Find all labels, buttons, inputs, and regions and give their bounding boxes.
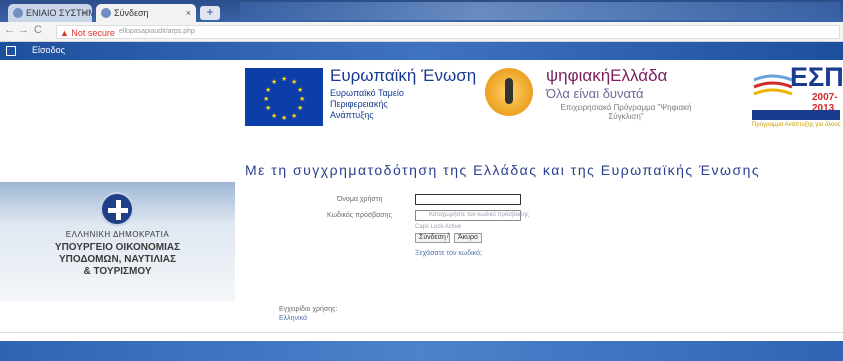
menu-item-login[interactable]: Είσοδος [32, 45, 65, 55]
user-manual-label: Εγχειρίδιο χρήσης: [279, 306, 338, 313]
url-field[interactable]: ▲ Not secure ellopasapiaudit/arps.php [56, 25, 840, 39]
forward-icon[interactable]: → [18, 24, 29, 36]
cofunding-text: Με τη συγχρηματοδότηση της Ελλάδας και τ… [245, 162, 761, 178]
hellenic-republic-text: ΕΛΛΗΝΙΚΗ ΔΗΜΟΚΡΑΤΙΑ [65, 230, 170, 239]
tab-login[interactable]: Σύνδεση × [96, 4, 196, 22]
browser-tab-strip: ΕΝΙΑΙΟ ΣΥΣΤΗΜΑ ΠΛΗ × Σύνδεση × + [0, 0, 843, 22]
close-icon[interactable]: × [186, 4, 191, 22]
url-text: ellopasapiaudit/arps.php [119, 28, 195, 35]
forgot-password-link[interactable]: Ξεχάσατε τον κωδικό; [415, 250, 482, 257]
separator [0, 332, 843, 341]
user-manual-link[interactable]: Ελληνικά [279, 315, 307, 322]
tab-label: Σύνδεση [114, 8, 149, 18]
ministry-panel: ΕΛΛΗΝΙΚΗ ΔΗΜΟΚΡΑΤΙΑ ΥΠΟΥΡΓΕΙΟ ΟΙΚΟΝΟΜΙΑΣ… [0, 182, 235, 302]
username-field[interactable] [415, 194, 521, 205]
espa-bar [752, 110, 840, 120]
digital-greece-title: ψηφιακήΕλλάδα [546, 66, 668, 85]
digital-greece-slogan: Όλα είναι δυνατά [546, 86, 644, 101]
close-icon[interactable]: × [82, 4, 87, 22]
footer-bar [0, 341, 843, 361]
username-label: Όνομα χρήστη [337, 196, 383, 203]
digital-greece-logo-icon [485, 68, 533, 116]
greek-emblem-icon [100, 192, 134, 226]
eu-flag-icon: ★ ★ ★ ★ ★ ★ ★ ★ ★ ★ ★ ★ [245, 68, 323, 126]
back-icon[interactable]: ← [4, 24, 15, 36]
password-label: Κωδικός πρόσβασης [327, 212, 392, 219]
eu-fund-text: Ευρωπαϊκό Ταμείο Περιφερειακής Ανάπτυξης [330, 88, 404, 120]
favicon-icon [101, 8, 111, 18]
password-hint: Καταχωρήστε τον κωδικό πρόσβασης [429, 212, 529, 218]
espa-footer-text: Πρόγραμμα Ανάπτυξης για όλους [752, 122, 841, 128]
login-area: Όνομα χρήστη Κωδικός πρόσβασης Καταχωρήσ… [235, 182, 843, 332]
address-bar: ← → C ▲ Not secure ellopasapiaudit/arps.… [0, 22, 843, 42]
digital-greece-program: Επιχειρησιακό Πρόγραμμα "Ψηφιακή Σύγκλισ… [560, 103, 692, 121]
caps-lock-hint: Caps Lock Active [415, 224, 462, 230]
reload-icon[interactable]: C [34, 24, 42, 36]
ministry-name: ΥΠΟΥΡΓΕΙΟ ΟΙΚΟΝΟΜΙΑΣ ΥΠΟΔΟΜΩΝ, ΝΑΥΤΙΛΙΑΣ… [54, 242, 181, 277]
home-icon[interactable] [6, 46, 16, 56]
eu-title: Ευρωπαϊκή Ένωση [330, 66, 477, 85]
espa-title: ΕΣΠΑ [790, 62, 843, 92]
banner: ★ ★ ★ ★ ★ ★ ★ ★ ★ ★ ★ ★ Ευρωπαϊκή Ένωση … [0, 60, 843, 182]
cancel-button[interactable]: Άκυρο [454, 233, 482, 243]
login-button[interactable]: Σύνδεση [415, 233, 450, 243]
new-tab-button[interactable]: + [200, 6, 220, 20]
title-bar-background [240, 2, 840, 20]
tab-espa-system[interactable]: ΕΝΙΑΙΟ ΣΥΣΤΗΜΑ ΠΛΗ × [8, 4, 92, 22]
not-secure-warning[interactable]: ▲ Not secure [60, 27, 115, 38]
espa-logo-icon [753, 74, 793, 96]
menu-bar: Είσοδος [0, 42, 843, 60]
favicon-icon [13, 8, 23, 18]
